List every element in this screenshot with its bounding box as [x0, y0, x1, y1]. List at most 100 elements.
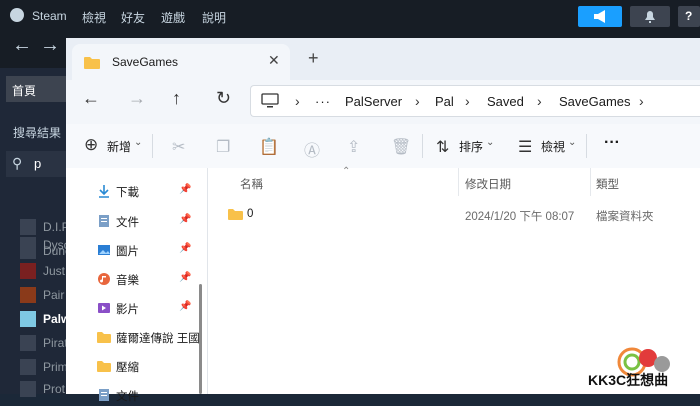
- watermark-text: KK3C狂想曲: [588, 372, 669, 388]
- steam-back-icon[interactable]: ←: [12, 34, 32, 57]
- steam-search-input[interactable]: ⚲ p: [6, 151, 66, 177]
- column-header-type[interactable]: 類型: [596, 176, 619, 192]
- rename-icon[interactable]: Ⓐ: [304, 137, 320, 161]
- more-options-button[interactable]: ···: [604, 134, 620, 152]
- column-divider[interactable]: [458, 168, 459, 196]
- help-icon: ?: [685, 9, 693, 23]
- refresh-icon[interactable]: ↻: [216, 88, 231, 109]
- table-row[interactable]: 0 2024/1/20 下午 08:07 檔案資料夾: [208, 202, 700, 226]
- back-icon[interactable]: ←: [82, 88, 100, 109]
- help-button[interactable]: ?: [678, 6, 700, 27]
- steam-logo-icon[interactable]: [10, 8, 24, 22]
- folder-icon: [97, 332, 111, 343]
- new-tab-icon[interactable]: +: [308, 48, 319, 69]
- nav-scrollbar[interactable]: [199, 284, 202, 394]
- steam-menu-games[interactable]: 遊戲: [161, 9, 185, 26]
- steam-forward-icon[interactable]: →: [40, 34, 60, 57]
- folder-icon: [84, 57, 100, 69]
- sort-icon[interactable]: ⇅: [436, 137, 449, 157]
- new-button[interactable]: 新增: [107, 138, 131, 155]
- game-item[interactable]: Prot: [20, 380, 66, 398]
- steam-menu-help[interactable]: 說明: [202, 9, 226, 26]
- bell-icon: [645, 11, 655, 23]
- copy-icon[interactable]: ❐: [216, 137, 230, 157]
- divider: [422, 134, 423, 158]
- breadcrumb-pal[interactable]: Pal: [435, 94, 454, 109]
- steam-home-label: 首頁: [12, 84, 37, 98]
- game-icon: [20, 335, 36, 351]
- command-bar: ⊕ 新增 ⌄ ✂ ❐ 📋 Ⓐ ⇪ 🗑 ⇅ 排序 ⌄ ☰ 檢視 ⌄ ···: [66, 124, 700, 169]
- search-results-label: 搜尋結果: [13, 126, 62, 140]
- game-name: Just: [43, 264, 66, 278]
- paste-icon[interactable]: 📋: [259, 137, 279, 157]
- steam-menu-view[interactable]: 檢視: [82, 9, 106, 26]
- nav-item-videos[interactable]: 影片 📌: [97, 299, 197, 319]
- new-plus-icon[interactable]: ⊕: [84, 135, 98, 155]
- nav-item-folder[interactable]: 薩爾達傳說 王國: [97, 328, 200, 348]
- up-icon[interactable]: ↑: [172, 88, 181, 109]
- nav-item-label: 音樂: [116, 275, 139, 287]
- nav-item-folder[interactable]: 壓縮: [97, 357, 197, 377]
- pin-icon[interactable]: 📌: [179, 214, 191, 225]
- view-icon[interactable]: ☰: [518, 137, 532, 157]
- game-item[interactable]: Just: [20, 262, 66, 280]
- game-item[interactable]: Dyson: [20, 236, 77, 254]
- breadcrumb-saved[interactable]: Saved: [487, 94, 524, 109]
- nav-item-documents[interactable]: 文件: [97, 386, 197, 406]
- view-button[interactable]: 檢視: [541, 138, 565, 155]
- game-item[interactable]: Prim: [20, 358, 68, 376]
- forward-icon[interactable]: →: [128, 88, 146, 109]
- steam-menu-brand[interactable]: Steam: [32, 9, 67, 23]
- game-item-selected[interactable]: Palworld: [20, 310, 93, 328]
- nav-item-label: 圖片: [116, 246, 139, 258]
- breadcrumb-savegames[interactable]: SaveGames: [559, 94, 631, 109]
- chevron-down-icon: ⌄: [568, 137, 577, 148]
- megaphone-icon: [594, 10, 605, 23]
- pin-icon[interactable]: 📌: [179, 243, 191, 254]
- cut-icon[interactable]: ✂: [172, 137, 185, 157]
- delete-icon[interactable]: 🗑: [391, 137, 411, 157]
- nav-item-label: 文件: [116, 391, 139, 403]
- pin-icon[interactable]: 📌: [179, 184, 191, 195]
- game-item[interactable]: Pair: [20, 286, 66, 304]
- steam-menu-friends[interactable]: 好友: [121, 9, 145, 26]
- column-divider[interactable]: [590, 168, 591, 196]
- chevron-down-icon: ⌄: [486, 137, 495, 148]
- game-item[interactable]: Pirat: [20, 334, 68, 352]
- nav-item-pictures[interactable]: 圖片 📌: [97, 241, 197, 261]
- nav-item-label: 壓縮: [116, 362, 139, 374]
- game-icon: [20, 311, 36, 327]
- pin-icon[interactable]: 📌: [179, 301, 191, 312]
- nav-item-downloads[interactable]: 下載 📌: [97, 182, 197, 202]
- share-icon[interactable]: ⇪: [347, 137, 360, 157]
- game-icon: [20, 219, 36, 235]
- overflow-icon[interactable]: ···: [315, 94, 331, 109]
- column-header-name[interactable]: 名稱: [240, 176, 263, 192]
- sort-button[interactable]: 排序: [459, 138, 483, 155]
- address-row: ← → ↑ ↻ › ··· PalServer › Pal › Saved › …: [66, 80, 700, 124]
- chevron-right-icon: ›: [537, 93, 542, 109]
- file-explorer-window: SaveGames ✕ + ← → ↑ ↻ › ··· PalServer › …: [66, 38, 700, 403]
- column-header-modified[interactable]: 修改日期: [465, 176, 511, 192]
- close-tab-icon[interactable]: ✕: [268, 52, 280, 69]
- document-icon: [99, 215, 109, 227]
- file-type: 檔案資料夾: [596, 211, 654, 223]
- tab-savegames[interactable]: SaveGames ✕: [72, 44, 290, 80]
- game-name: Pair: [43, 288, 65, 302]
- nav-item-music[interactable]: 音樂 📌: [97, 270, 197, 290]
- notifications-button[interactable]: [630, 6, 670, 27]
- steam-home-button[interactable]: 首頁: [6, 76, 66, 102]
- search-icon: ⚲: [12, 155, 23, 171]
- chevron-right-icon: ›: [465, 93, 470, 109]
- address-bar[interactable]: › ··· PalServer › Pal › Saved › SaveGame…: [250, 85, 700, 117]
- watermark-logo: KK3C狂想曲: [586, 344, 700, 394]
- pin-icon[interactable]: 📌: [179, 272, 191, 283]
- chevron-right-icon: ›: [639, 93, 644, 109]
- breadcrumb-palserver[interactable]: PalServer: [345, 94, 402, 109]
- announcement-button[interactable]: [578, 6, 622, 27]
- folder-icon: [228, 209, 243, 220]
- nav-item-label: 薩爾達傳說 王國: [116, 333, 200, 345]
- game-item[interactable]: D.I.P.: [20, 218, 71, 236]
- nav-item-documents[interactable]: 文件 📌: [97, 212, 197, 232]
- computer-icon: [261, 93, 279, 108]
